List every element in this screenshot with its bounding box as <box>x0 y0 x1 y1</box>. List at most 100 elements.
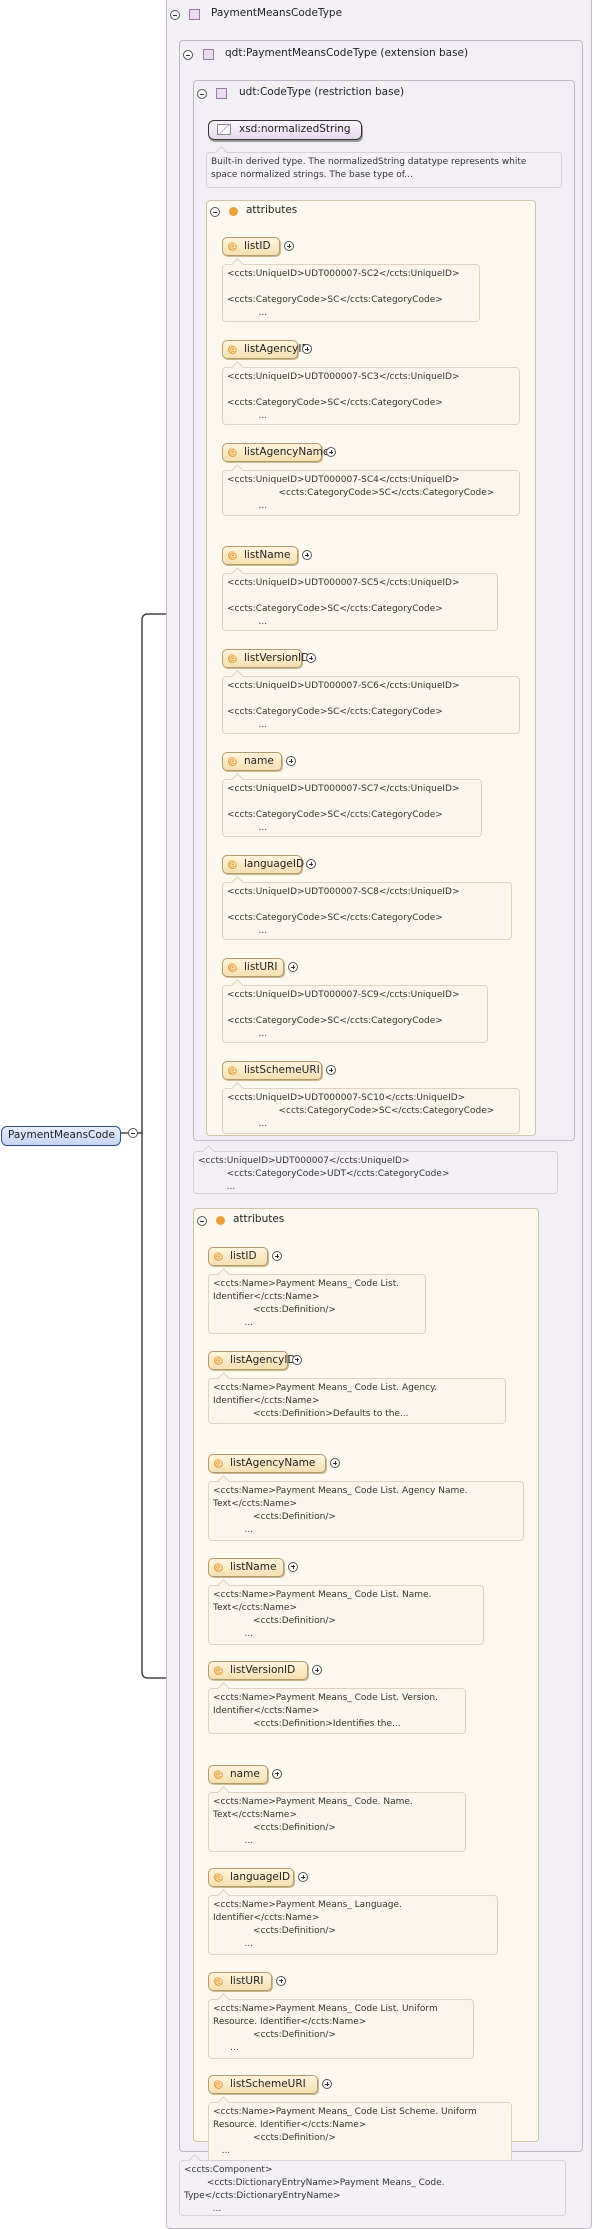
attribute-label: listVersionID <box>244 652 310 664</box>
attribute-icon <box>228 443 237 460</box>
complex-type-icon <box>189 9 200 20</box>
attribute-icon <box>214 1247 223 1264</box>
root-collapse-toggle[interactable] <box>128 1128 138 1138</box>
qdt-attribute-expand-toggle[interactable] <box>298 1872 308 1882</box>
qdt-type-icon <box>203 49 214 60</box>
attribute-label: listAgencyID <box>230 1353 296 1366</box>
attribute-label: name <box>230 1767 260 1780</box>
simple-type-icon <box>217 124 231 135</box>
udt-attribute-doc-note: <ccts:UniqueID>UDT000007-SC8</ccts:Uniqu… <box>222 882 512 940</box>
attribute-label: listID <box>244 240 271 252</box>
qdt-attribute-listID[interactable]: listID <box>208 1247 268 1266</box>
qdt-attribute-listAgencyID[interactable]: listAgencyID <box>208 1350 296 1370</box>
qdt-attribute-doc-note: <ccts:Name>Payment Means_ Code List. Age… <box>208 1481 524 1541</box>
udt-attribute-listAgencyID[interactable]: listAgencyID <box>222 340 310 359</box>
qdt-attribute-listSchemeURI[interactable]: listSchemeURI <box>208 2075 318 2094</box>
udt-attribute-expand-toggle[interactable] <box>326 1065 336 1075</box>
attribute-label: listName <box>244 549 291 561</box>
udt-attribute-expand-toggle[interactable] <box>302 550 312 560</box>
udt-attribute-languageID[interactable]: languageID <box>222 855 304 874</box>
udt-attribute-listSchemeURI[interactable]: listSchemeURI <box>222 1061 322 1080</box>
xsd-base-type-node[interactable]: xsd:normalizedString <box>208 120 362 140</box>
qdt-attribute-languageID[interactable]: languageID <box>208 1868 294 1887</box>
attributes-icon <box>216 1216 225 1225</box>
udt-attribute-name[interactable]: name <box>222 752 282 771</box>
qdt-attribute-expand-toggle[interactable] <box>272 1768 282 1779</box>
qdt-attribute-doc-note: <ccts:Name>Payment Means_ Language. Iden… <box>208 1895 498 1955</box>
qdt-attribute-listURI[interactable]: listURI <box>208 1971 272 1991</box>
udt-attribute-expand-toggle[interactable] <box>302 344 312 354</box>
qdt-attribute-expand-toggle[interactable] <box>330 1458 340 1468</box>
attribute-label: languageID <box>230 1871 291 1883</box>
qdt-doc-note: <ccts:UniqueID>UDT000007</ccts:UniqueID>… <box>193 1151 558 1194</box>
udt-attribute-doc-note: <ccts:UniqueID>UDT000007-SC10</ccts:Uniq… <box>222 1088 520 1134</box>
qdt-attribute-expand-toggle[interactable] <box>292 1354 302 1365</box>
qdt-attribute-doc-note: <ccts:Name>Payment Means_ Code. Name. Te… <box>208 1791 466 1852</box>
udt-attribute-doc-note: <ccts:UniqueID>UDT000007-SC6</ccts:Uniqu… <box>222 676 520 734</box>
qdt-attributes-title: attributes <box>233 1213 285 1225</box>
attribute-icon <box>228 340 237 357</box>
attribute-icon <box>214 1868 223 1885</box>
attribute-icon <box>228 237 237 254</box>
udt-attribute-expand-toggle[interactable] <box>288 962 298 972</box>
udt-attribute-expand-toggle[interactable] <box>286 756 296 766</box>
qdt-attribute-listAgencyName[interactable]: listAgencyName <box>208 1454 326 1473</box>
udt-attribute-listID[interactable]: listID <box>222 237 280 256</box>
udt-attribute-doc-note: <ccts:UniqueID>UDT000007-SC7</ccts:Uniqu… <box>222 779 482 837</box>
attribute-label: listSchemeURI <box>230 2078 306 2090</box>
udt-attribute-listVersionID[interactable]: listVersionID <box>222 649 309 668</box>
udt-attribute-expand-toggle[interactable] <box>306 653 316 663</box>
qdt-attribute-doc-note: <ccts:Name>Payment Means_ Code List. Ver… <box>208 1688 466 1734</box>
qdt-attribute-expand-toggle[interactable] <box>312 1665 322 1675</box>
attribute-label: listVersionID <box>230 1664 296 1676</box>
attributes-icon <box>229 207 238 216</box>
attribute-icon <box>228 1061 237 1078</box>
qdt-attribute-expand-toggle[interactable] <box>272 1251 282 1261</box>
xsd-doc-note: Built-in derived type. The normalizedStr… <box>206 152 562 188</box>
qdt-title: qdt:PaymentMeansCodeType (extension base… <box>225 47 469 59</box>
attribute-label: listID <box>230 1250 257 1262</box>
qdt-attribute-name[interactable]: name <box>208 1764 268 1784</box>
attribute-icon <box>228 855 237 872</box>
udt-attributes-title: attributes <box>246 204 298 216</box>
udt-attribute-listName[interactable]: listName <box>222 546 298 565</box>
attribute-label: listSchemeURI <box>244 1064 320 1076</box>
udt-attribute-expand-toggle[interactable] <box>306 859 316 869</box>
xsd-base-type-label: xsd:normalizedString <box>239 123 351 135</box>
attribute-label: listAgencyName <box>244 446 330 458</box>
attribute-icon <box>214 2075 223 2092</box>
qdt-attribute-expand-toggle[interactable] <box>288 1561 298 1572</box>
qdt-collapse-toggle[interactable] <box>183 50 193 60</box>
udt-attribute-expand-toggle[interactable] <box>326 447 336 457</box>
qdt-attribute-expand-toggle[interactable] <box>322 2079 332 2089</box>
udt-attribute-listURI[interactable]: listURI <box>222 958 284 977</box>
udt-attribute-doc-note: <ccts:UniqueID>UDT000007-SC3</ccts:Uniqu… <box>222 367 520 425</box>
udt-attribute-listAgencyName[interactable]: listAgencyName <box>222 443 329 462</box>
udt-title: udt:CodeType (restriction base) <box>239 86 405 98</box>
qdt-attribute-listVersionID[interactable]: listVersionID <box>208 1661 308 1680</box>
attribute-icon <box>214 1558 223 1575</box>
udt-attributes-collapse-toggle[interactable] <box>210 207 220 217</box>
udt-attribute-expand-toggle[interactable] <box>284 241 294 251</box>
attribute-label: listAgencyName <box>230 1457 316 1469</box>
attribute-label: name <box>244 755 274 767</box>
qdt-attribute-doc-note: <ccts:Name>Payment Means_ Code List. Ide… <box>208 1274 426 1334</box>
udt-collapse-toggle[interactable] <box>197 89 207 99</box>
qdt-attribute-doc-note: <ccts:Name>Payment Means_ Code List. Age… <box>208 1377 506 1424</box>
attribute-icon <box>228 546 237 563</box>
udt-attribute-doc-note: <ccts:UniqueID>UDT000007-SC9</ccts:Uniqu… <box>222 985 488 1043</box>
root-element-node[interactable]: PaymentMeansCode <box>1 1126 121 1146</box>
udt-attribute-doc-note: <ccts:UniqueID>UDT000007-SC4</ccts:Uniqu… <box>222 470 520 516</box>
attribute-icon <box>214 1972 223 1989</box>
qdt-attribute-listName[interactable]: listName <box>208 1557 284 1577</box>
attribute-icon <box>214 1765 223 1782</box>
udt-attribute-doc-note: <ccts:UniqueID>UDT000007-SC2</ccts:Uniqu… <box>222 264 480 322</box>
qdt-attributes-collapse-toggle[interactable] <box>197 1216 207 1226</box>
udt-attribute-doc-note: <ccts:UniqueID>UDT000007-SC5</ccts:Uniqu… <box>222 573 498 631</box>
qdt-attribute-expand-toggle[interactable] <box>276 1975 286 1986</box>
attribute-icon <box>214 1351 223 1368</box>
attribute-label: listURI <box>244 961 278 973</box>
attribute-label: listAgencyID <box>244 343 310 355</box>
type-collapse-toggle[interactable] <box>170 10 180 20</box>
udt-type-icon <box>216 88 227 99</box>
